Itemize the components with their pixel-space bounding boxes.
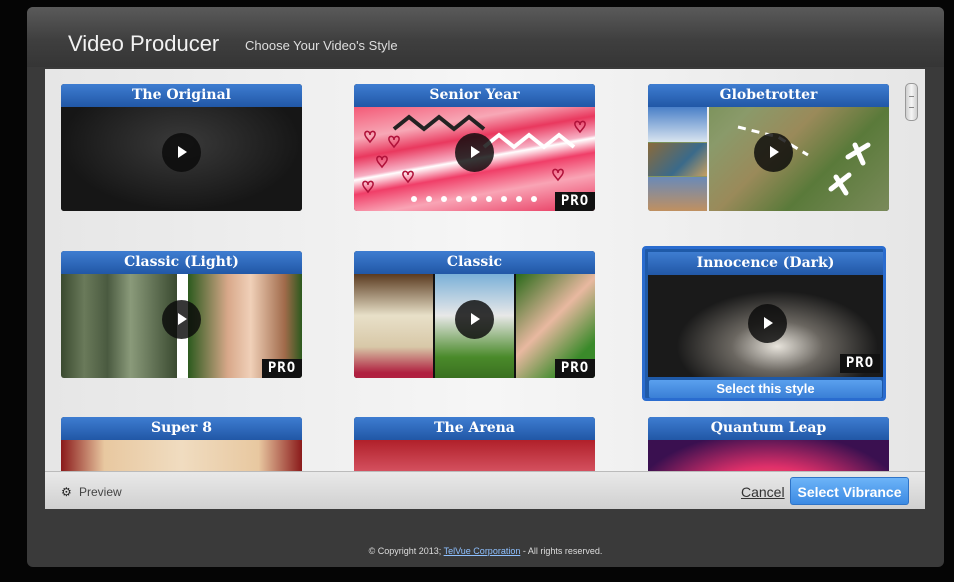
- style-card-title: Globetrotter: [648, 84, 889, 107]
- telvue-link[interactable]: TelVue Corporation: [444, 546, 521, 556]
- header-bar: Video Producer Choose Your Video's Style: [27, 7, 944, 67]
- copyright-footer: © Copyright 2013; TelVue Corporation - A…: [27, 545, 944, 557]
- style-card-title: Innocence (Dark): [648, 252, 883, 275]
- play-icon[interactable]: [162, 300, 201, 339]
- app-title: Video Producer: [68, 31, 220, 56]
- select-this-style-button[interactable]: Select this style: [649, 380, 882, 398]
- style-card-classic-light[interactable]: Classic (Light) PRO: [61, 251, 302, 378]
- style-panel: The Original Senior Year PRO Globetrotte…: [45, 69, 925, 509]
- play-icon[interactable]: [748, 304, 787, 343]
- play-icon[interactable]: [162, 133, 201, 172]
- style-card-title: Classic (Light): [61, 251, 302, 274]
- play-icon[interactable]: [754, 133, 793, 172]
- play-icon[interactable]: [455, 133, 494, 172]
- style-card-title: The Original: [61, 84, 302, 107]
- pro-badge: PRO: [555, 359, 595, 378]
- style-thumbnail: [354, 440, 595, 471]
- style-card-globetrotter[interactable]: Globetrotter: [648, 84, 889, 211]
- copyright-suffix: - All rights reserved.: [522, 546, 603, 556]
- gear-icon: ⚙: [61, 485, 72, 499]
- style-card-quantum-leap[interactable]: Quantum Leap: [648, 417, 889, 471]
- style-thumbnail: [61, 440, 302, 471]
- style-card-title: Senior Year: [354, 84, 595, 107]
- copyright-prefix: © Copyright 2013;: [368, 546, 442, 556]
- style-card-super-8[interactable]: Super 8: [61, 417, 302, 471]
- style-card-senior-year[interactable]: Senior Year PRO: [354, 84, 595, 211]
- style-card-title: Quantum Leap: [648, 417, 889, 440]
- scrollbar-thumb[interactable]: [905, 83, 918, 121]
- pro-badge: PRO: [262, 359, 302, 378]
- action-bar: ⚙ Preview Cancel Select Vibrance: [45, 471, 925, 509]
- pro-badge: PRO: [555, 192, 595, 211]
- style-card-classic[interactable]: Classic PRO: [354, 251, 595, 378]
- cancel-link[interactable]: Cancel: [741, 484, 785, 500]
- pro-badge: PRO: [840, 354, 880, 373]
- style-thumbnail: [648, 440, 889, 471]
- style-card-the-arena[interactable]: The Arena: [354, 417, 595, 471]
- style-card-title: The Arena: [354, 417, 595, 440]
- app-window: Video Producer Choose Your Video's Style…: [27, 7, 944, 567]
- style-card-the-original[interactable]: The Original: [61, 84, 302, 211]
- page-subtitle: Choose Your Video's Style: [245, 38, 398, 53]
- photo-tile: [354, 274, 433, 378]
- style-card-innocence-dark[interactable]: Innocence (Dark) PRO Select this style: [642, 246, 886, 401]
- photo-tile: [61, 274, 177, 378]
- style-card-title: Classic: [354, 251, 595, 274]
- play-icon[interactable]: [455, 300, 494, 339]
- select-vibrance-button[interactable]: Select Vibrance: [790, 477, 909, 505]
- style-card-title: Super 8: [61, 417, 302, 440]
- preview-button[interactable]: ⚙ Preview: [61, 484, 122, 500]
- preview-label: Preview: [79, 485, 122, 499]
- style-grid: The Original Senior Year PRO Globetrotte…: [45, 69, 925, 471]
